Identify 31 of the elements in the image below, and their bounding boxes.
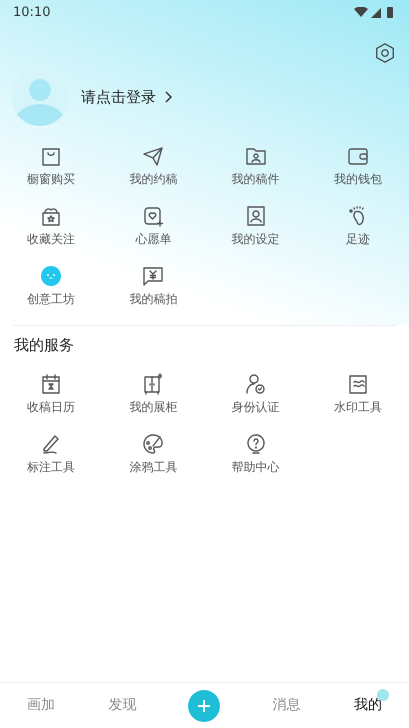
shortcut-item[interactable]: 身份认证 [204,360,307,420]
shortcut-item[interactable]: 标注工具 [0,420,102,480]
shortcut-item[interactable]: 帮助中心 [204,420,307,480]
status-icons [354,7,396,19]
mascot-icon [39,264,64,288]
chevron-right-icon [164,91,172,103]
settings-icon[interactable] [374,42,396,64]
shortcut-item[interactable]: 橱窗购买 [0,132,102,192]
tab[interactable]: 发现 [108,695,137,716]
tab[interactable]: 画加 [26,695,55,716]
tab[interactable]: 我的 [354,695,382,716]
shortcut-item[interactable]: 水印工具 [306,360,409,420]
tab[interactable]: 消息 [272,695,300,716]
shortcut-item[interactable]: 足迹 [306,192,409,252]
status-time: 10:10 [13,4,50,22]
shortcut-item[interactable]: 收稿日历 [0,360,102,420]
shortcut-item[interactable]: 涂鸦工具 [102,420,204,480]
shortcut-item[interactable]: 我的钱包 [306,132,409,192]
shortcut-item[interactable]: 收藏关注 [0,192,102,252]
plus-icon [197,698,212,712]
shortcut-item[interactable]: 心愿单 [102,192,204,252]
shortcut-item[interactable]: 我的展柜 [102,360,204,420]
add-button[interactable] [188,690,220,722]
shortcut-item[interactable]: 创意工坊 [0,252,102,312]
shortcut-item[interactable]: 我的设定 [204,192,307,252]
section-title: 我的服务 [13,335,75,356]
shortcut-item[interactable]: 我的约稿 [102,132,204,192]
login-link[interactable]: 请点击登录 [81,86,172,108]
shortcut-item[interactable]: 我的稿拍 [102,252,204,312]
shortcut-item[interactable]: 我的稿件 [204,132,307,192]
palette-icon [141,432,166,456]
